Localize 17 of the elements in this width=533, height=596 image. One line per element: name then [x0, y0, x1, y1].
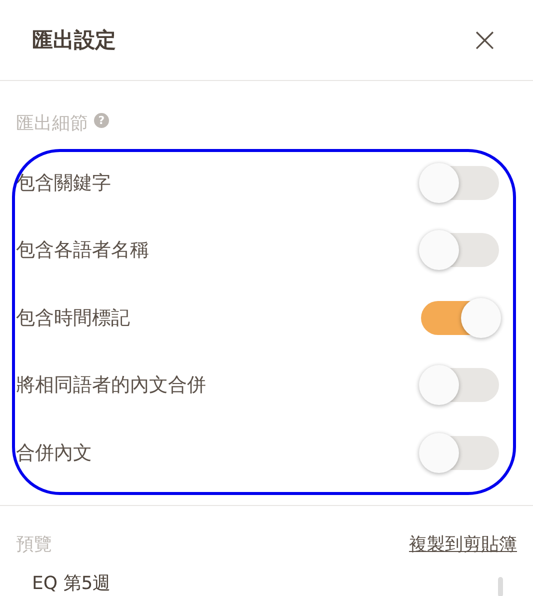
preview-text: EQ 第5週	[32, 572, 111, 594]
option-label: 合併內文	[16, 440, 92, 466]
toggle-switch[interactable]	[421, 233, 499, 268]
close-button[interactable]: ×	[466, 23, 503, 57]
option-label: 包含時間標記	[16, 306, 130, 331]
option-label: 將相同語者的內文合併	[16, 373, 206, 398]
toggle-switch[interactable]	[421, 300, 499, 335]
scrollbar[interactable]	[498, 576, 503, 596]
option-label: 包含關鍵字	[16, 170, 111, 196]
section-label: 匯出細節	[16, 112, 88, 135]
option-label: 包含各語者名稱	[16, 238, 149, 264]
toggle-switch[interactable]	[421, 436, 499, 470]
dialog-title: 匯出設定	[32, 27, 116, 54]
toggle-switch[interactable]	[421, 166, 499, 200]
preview-label: 預覽	[16, 533, 52, 556]
toggle-switch[interactable]	[421, 368, 499, 402]
copy-link[interactable]: 複製到剪貼簿	[409, 532, 517, 556]
